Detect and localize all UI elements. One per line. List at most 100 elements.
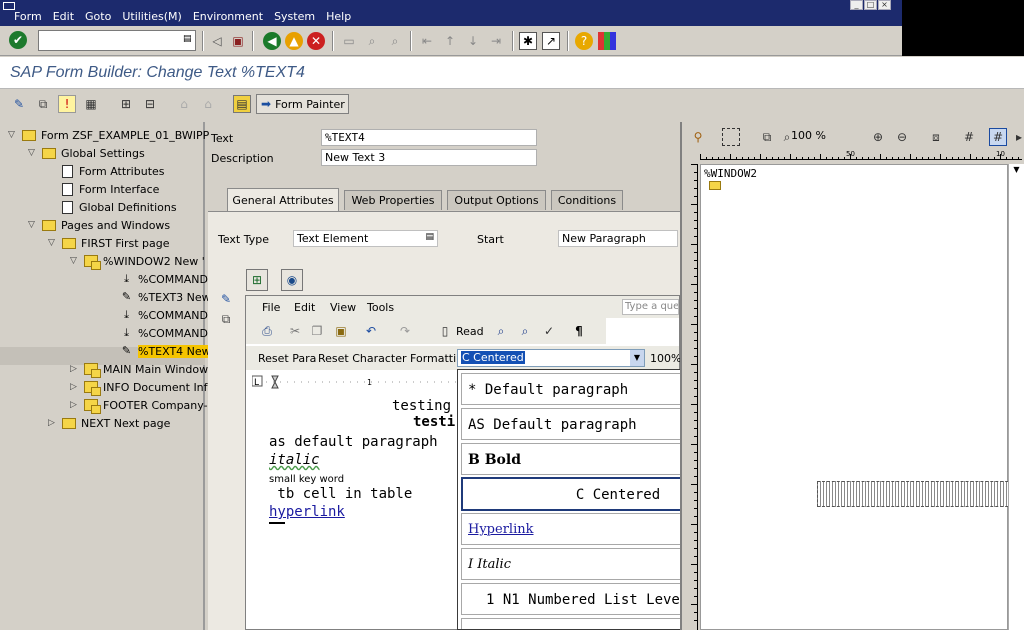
expand-icon[interactable]: ▷ xyxy=(48,418,58,428)
save-icon[interactable]: ▣ xyxy=(229,32,247,50)
reset-para-button[interactable]: Reset Para xyxy=(258,352,316,365)
maximize-icon[interactable]: □ xyxy=(864,0,877,10)
collapse-icon[interactable]: ▽ xyxy=(8,130,18,140)
history-icon[interactable]: ▤ xyxy=(183,34,193,46)
chevron-down-icon[interactable]: ▼ xyxy=(630,350,644,366)
menu-goto[interactable]: Goto xyxy=(85,10,111,23)
print-icon[interactable]: ▭ xyxy=(340,32,358,50)
reset-char-format-button[interactable]: Reset Character Formatting xyxy=(318,352,470,365)
editor-menu-view[interactable]: View xyxy=(330,301,356,314)
select-icon[interactable] xyxy=(722,128,740,146)
read-icon[interactable]: ▯ xyxy=(436,322,454,340)
tab-web-properties[interactable]: Web Properties xyxy=(344,190,442,210)
tree-node[interactable]: ✎ %TEXT4 New T xyxy=(106,342,221,360)
text-type-select[interactable]: Text Element ▤ xyxy=(293,230,438,247)
command-field[interactable]: ▤ xyxy=(38,30,196,51)
zoom-in-icon[interactable]: ⊕ xyxy=(869,128,887,146)
tree-node[interactable]: Global Definitions xyxy=(48,198,177,216)
read-button[interactable]: Read xyxy=(456,325,484,338)
tree-node[interactable]: ▷ MAIN Main Window xyxy=(70,360,208,378)
text-name-field[interactable]: %TEXT4 xyxy=(321,129,537,146)
system-menu-icon[interactable] xyxy=(3,2,15,10)
layout-menu-icon[interactable] xyxy=(598,32,616,50)
menu-edit[interactable]: Edit xyxy=(53,10,74,23)
editor-menu-file[interactable]: File xyxy=(262,301,280,314)
enter-check-icon[interactable]: ✔ xyxy=(9,31,27,49)
tree-node[interactable]: Form Attributes xyxy=(48,162,165,180)
snap-grid-icon[interactable]: # xyxy=(989,128,1007,146)
edit-pencil-icon[interactable]: ✎ xyxy=(217,290,235,308)
dropdown-icon[interactable]: ▤ xyxy=(425,232,434,242)
tab-output-options[interactable]: Output Options xyxy=(447,190,546,210)
check-icon[interactable]: ! xyxy=(58,95,76,113)
find-icon[interactable]: ⌕ xyxy=(363,32,381,50)
insert-icon[interactable]: ⊞ xyxy=(246,269,268,291)
shortcut-icon[interactable]: ↗ xyxy=(542,32,560,50)
preview-zoom[interactable]: 100 % xyxy=(791,129,826,142)
expand-icon[interactable]: ▷ xyxy=(70,382,80,392)
find-next-icon[interactable]: ⌕ xyxy=(386,32,404,50)
preview-scrollbar[interactable]: ▼ xyxy=(1008,164,1024,630)
arrow-right-icon[interactable]: ▸ xyxy=(1010,128,1024,146)
replace-icon[interactable]: ⌕ xyxy=(516,322,534,340)
paste-icon[interactable]: ▣ xyxy=(332,322,350,340)
tree-node[interactable]: ▽ Form ZSF_EXAMPLE_01_BWIPP xyxy=(8,126,209,144)
form-canvas[interactable]: %WINDOW2 xyxy=(700,164,1023,630)
print-preview-icon[interactable]: ⎙ xyxy=(258,322,276,340)
collapse-icon[interactable]: ▽ xyxy=(28,220,38,230)
back-icon[interactable]: ◀ xyxy=(263,32,281,50)
menu-help[interactable]: Help xyxy=(326,10,351,23)
spelling-icon[interactable]: ✓ xyxy=(540,322,558,340)
last-page-icon[interactable]: ⇥ xyxy=(487,32,505,50)
tree-node[interactable]: ▷ NEXT Next page xyxy=(48,414,170,432)
tree-node[interactable]: ▷ INFO Document Inf xyxy=(70,378,208,396)
style-select[interactable]: C Centered ▼ xyxy=(457,349,645,367)
zoom-out-icon[interactable]: ⊖ xyxy=(893,128,911,146)
next-page-icon[interactable]: ↓ xyxy=(464,32,482,50)
layout-icon[interactable]: ⧈ xyxy=(927,128,945,146)
undo-icon[interactable]: ↶ xyxy=(362,322,380,340)
tree-node[interactable]: ▷ FOOTER Company- xyxy=(70,396,208,414)
tree-node[interactable]: ▽ FIRST First page xyxy=(48,234,170,252)
tree-node[interactable]: ▽ %WINDOW2 New ' xyxy=(70,252,205,270)
menu-form[interactable]: Form xyxy=(14,10,42,23)
tree-node[interactable]: ⤓ %COMMAND8 xyxy=(106,324,215,342)
tab-general-attributes[interactable]: General Attributes xyxy=(227,188,339,212)
help-icon[interactable]: ? xyxy=(575,32,593,50)
menu-environment[interactable]: Environment xyxy=(193,10,263,23)
collapse-icon[interactable]: ▽ xyxy=(48,238,58,248)
tree-node[interactable]: ▽ Pages and Windows xyxy=(28,216,170,234)
tree-node[interactable]: Form Interface xyxy=(48,180,159,198)
create-icon[interactable]: ⊞ xyxy=(117,95,135,113)
display-change-icon[interactable]: ✎ xyxy=(10,95,28,113)
switch-editor-icon[interactable]: ⧉ xyxy=(217,310,235,328)
other-object-icon[interactable]: ⧉ xyxy=(34,95,52,113)
doc-line-hyperlink[interactable]: hyperlink xyxy=(269,504,345,520)
test-icon[interactable]: ▦ xyxy=(82,95,100,113)
expand-icon[interactable]: ▷ xyxy=(70,400,80,410)
up-icon[interactable]: ⌂ xyxy=(175,95,193,113)
scroll-down-icon[interactable]: ▼ xyxy=(1010,165,1023,178)
pilcrow-icon[interactable]: ¶ xyxy=(570,322,588,340)
first-page-icon[interactable]: ⇤ xyxy=(418,32,436,50)
exit-icon[interactable]: ▲ xyxy=(285,32,303,50)
expand-icon[interactable]: ▷ xyxy=(70,364,80,374)
zoom-select[interactable]: 100% xyxy=(650,352,681,365)
arrow-left-icon[interactable]: ◁ xyxy=(208,32,226,50)
description-field[interactable]: New Text 3 xyxy=(321,149,537,166)
previous-page-icon[interactable]: ↑ xyxy=(441,32,459,50)
tab-conditions[interactable]: Conditions xyxy=(551,190,623,210)
redo-icon[interactable]: ↷ xyxy=(396,322,414,340)
tree-node[interactable]: ⤓ %COMMAND7 xyxy=(106,270,215,288)
cut-icon[interactable]: ✂ xyxy=(286,322,304,340)
windows-icon[interactable]: ⧉ xyxy=(758,128,776,146)
tree-node[interactable]: ▽ Global Settings xyxy=(28,144,145,162)
collapse-icon[interactable]: ▽ xyxy=(28,148,38,158)
stamp-icon[interactable]: ⚲ xyxy=(689,128,707,146)
grid-icon[interactable]: # xyxy=(960,128,978,146)
tree-node[interactable]: ⤓ %COMMAND9 xyxy=(106,306,215,324)
cancel-icon[interactable]: ✕ xyxy=(307,32,325,50)
editor-menu-tools[interactable]: Tools xyxy=(367,301,394,314)
editor-menu-edit[interactable]: Edit xyxy=(294,301,315,314)
copy-doc-icon[interactable]: ❐ xyxy=(308,322,326,340)
